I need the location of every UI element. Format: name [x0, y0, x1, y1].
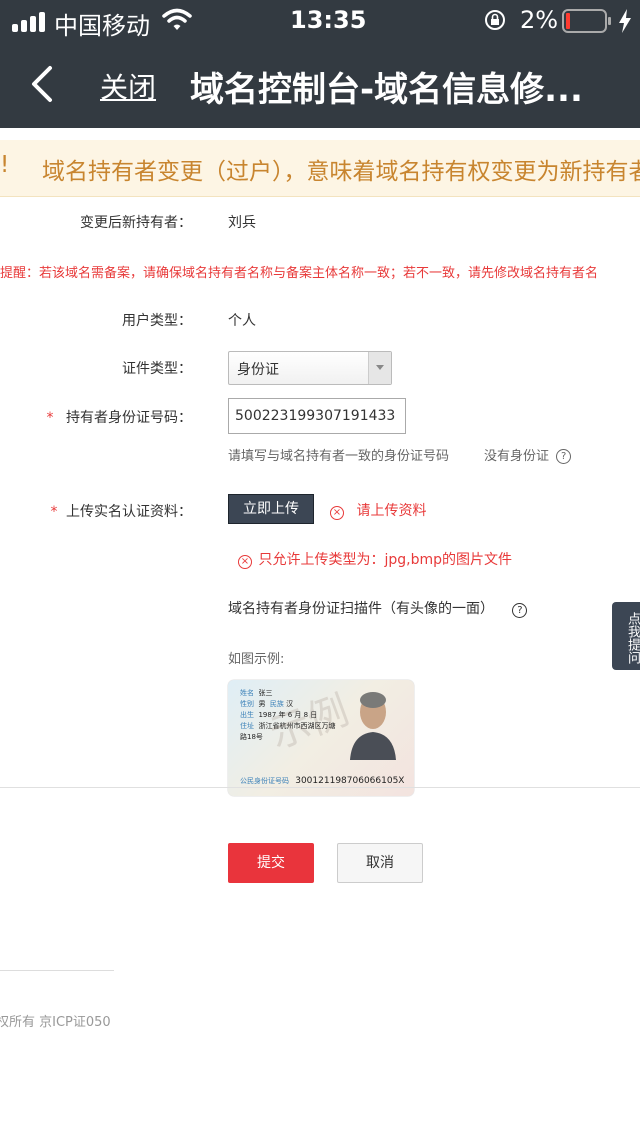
help-circle-icon[interactable]: ?	[512, 603, 528, 618]
error-circle-icon: ×	[330, 506, 344, 520]
id-card-birth: 1987 年 6 月 8 日	[258, 711, 318, 719]
id-card-ethnicity: 汉	[286, 700, 294, 708]
example-label: 如图示例:	[228, 652, 285, 667]
id-number-label-text: 持有者身份证号码：	[66, 410, 192, 426]
required-mark: *	[50, 504, 58, 520]
id-field-name-label: 姓名	[240, 689, 254, 697]
file-type-error-text: 只允许上传类型为：jpg,bmp的图片文件	[258, 552, 512, 568]
id-card-address: 浙江省杭州市西湖区万塘路18号	[240, 722, 336, 741]
id-field-number-label: 公民身份证号码	[240, 777, 289, 785]
upload-now-label: 立即上传	[243, 501, 299, 517]
id-photo	[348, 690, 398, 760]
help-circle-icon: ?	[556, 449, 572, 464]
rotation-lock-icon	[484, 9, 506, 31]
no-id-link[interactable]: 没有身份证 ?	[484, 445, 572, 464]
notice-text: 域名持有者变更（过户），意味着域名持有权变更为新持有者	[42, 159, 640, 185]
upload-label-text: 上传实名认证资料：	[66, 504, 192, 520]
notice-banner: ! 域名持有者变更（过户），意味着域名持有权变更为新持有者	[0, 140, 640, 197]
battery-icon	[562, 9, 612, 33]
footer-divider	[0, 970, 114, 971]
upload-error-text: 请上传资料	[356, 503, 427, 519]
id-card-gender: 男	[258, 700, 266, 708]
chevron-left-icon	[32, 66, 52, 102]
id-field-birth-label: 出生	[240, 711, 254, 719]
status-time: 13:35	[290, 6, 367, 34]
user-type-label: 用户类型：	[122, 313, 192, 329]
carrier-label: 中国移动	[54, 12, 150, 40]
new-holder-label: 变更后新持有者：	[80, 215, 192, 231]
notice-prefix: !	[0, 152, 10, 178]
id-field-ethnicity-label: 民族	[269, 700, 284, 708]
id-number-hint: 请填写与域名持有者一致的身份证号码	[228, 449, 450, 464]
ask-question-label: 点我提问	[625, 612, 640, 664]
cancel-label: 取消	[366, 855, 394, 871]
cert-type-select[interactable]: 身份证	[228, 351, 392, 385]
submit-button[interactable]: 提交	[228, 843, 314, 883]
back-button[interactable]	[22, 62, 62, 106]
scan-title: 域名持有者身份证扫描件（有头像的一面） ?	[228, 598, 528, 618]
cert-type-label: 证件类型：	[122, 361, 192, 377]
id-number-input[interactable]	[228, 398, 406, 434]
user-type-value: 个人	[228, 313, 256, 329]
battery-percent: 2%	[520, 6, 559, 34]
upload-label: * 上传实名认证资料：	[51, 501, 192, 521]
dropdown-arrow-icon	[368, 352, 391, 384]
id-field-gender-label: 性别	[240, 700, 254, 708]
required-mark: *	[46, 410, 54, 426]
no-id-text: 没有身份证	[484, 449, 550, 464]
scan-title-text: 域名持有者身份证扫描件（有头像的一面）	[228, 601, 494, 617]
section-divider	[0, 787, 640, 788]
id-card-name: 张三	[258, 689, 273, 697]
signal-icon	[12, 12, 48, 32]
error-circle-icon: ×	[238, 555, 252, 569]
id-number-label: * 持有者身份证号码：	[47, 407, 192, 427]
wifi-icon	[162, 8, 192, 32]
cert-type-value: 身份证	[237, 362, 279, 378]
top-bar: 中国移动 13:35 2% 关闭 域名控制台-域名信息修...	[0, 0, 640, 128]
submit-label: 提交	[257, 855, 285, 871]
new-holder-value: 刘兵	[228, 215, 256, 231]
footer-text: 权所有 京ICP证050	[0, 1015, 111, 1030]
file-type-error: × 只允许上传类型为：jpg,bmp的图片文件	[238, 549, 512, 569]
page-title: 域名控制台-域名信息修...	[190, 70, 583, 110]
upload-now-button[interactable]: 立即上传	[228, 494, 314, 524]
filing-reminder: 提醒：若该域名需备案，请确保域名持有者名称与备案主体名称一致；若不一致，请先修改…	[0, 266, 599, 281]
charging-icon	[618, 9, 632, 33]
id-card-number: 300121198706066105X	[295, 776, 405, 786]
cancel-button[interactable]: 取消	[337, 843, 423, 883]
upload-error: × 请上传资料	[330, 500, 426, 520]
ask-question-tab[interactable]: 点我提问	[612, 602, 640, 670]
id-field-address-label: 住址	[240, 722, 254, 730]
close-link[interactable]: 关闭	[100, 66, 156, 106]
id-card-example: 示例 姓名 张三 性别 男 民族 汉 出生 1987 年 6 月 8 日 住址 …	[228, 680, 414, 796]
